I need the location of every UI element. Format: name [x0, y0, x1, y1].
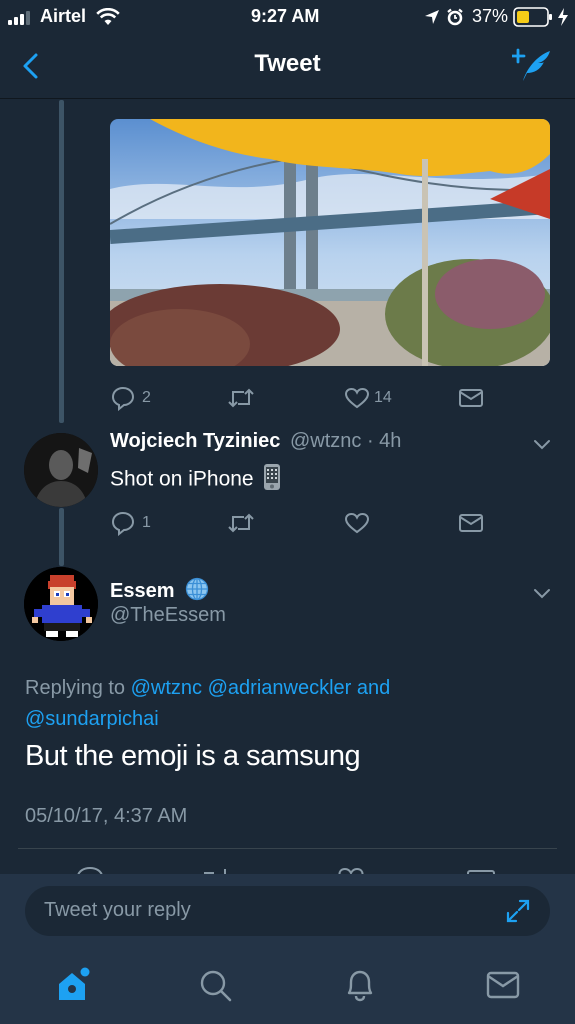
tweet-photo[interactable] — [110, 119, 550, 366]
location-arrow-icon — [424, 9, 440, 30]
signal-icon — [8, 10, 36, 30]
reply-icon — [111, 511, 135, 536]
heart-icon — [344, 512, 370, 534]
main-tweet-author: Essem — [110, 577, 209, 606]
reply-count: 2 — [142, 389, 151, 406]
tab-notifications[interactable] — [342, 967, 378, 1008]
expand-icon — [506, 899, 530, 923]
reply-placeholder: Tweet your reply — [44, 899, 191, 921]
tweet-options-button[interactable] — [531, 585, 553, 606]
tab-home[interactable] — [55, 966, 93, 1009]
like-count: 14 — [374, 389, 392, 406]
thread-line — [59, 508, 64, 566]
globe-icon — [185, 577, 209, 606]
reply-tweet-header: Wojciech Tyziniec @wtznc · 4h — [110, 430, 401, 453]
author-handle[interactable]: @TheEssem — [110, 604, 226, 627]
avatar[interactable] — [24, 567, 98, 641]
envelope-icon — [459, 389, 483, 407]
replying-to-label: Replying to — [25, 677, 126, 699]
chevron-down-icon — [534, 589, 550, 599]
carrier-label: Airtel — [40, 6, 87, 26]
author-name[interactable]: Wojciech Tyziniec — [110, 430, 280, 452]
replying-to: Replying to @wtznc @adrianweckler and @s… — [25, 673, 555, 735]
status-bar: Airtel 9:27 AM 37% — [0, 0, 575, 34]
expand-button[interactable] — [505, 898, 531, 929]
thread-line — [59, 100, 64, 423]
tweet-actions: 2 14 — [110, 383, 550, 413]
reply-input[interactable]: Tweet your reply — [25, 886, 550, 936]
page-title: Tweet — [254, 50, 321, 77]
tweet-text-content: Shot on iPhone — [110, 467, 254, 491]
home-icon — [59, 967, 90, 1000]
charging-icon — [557, 8, 569, 31]
tab-search[interactable] — [198, 968, 234, 1009]
navigation-bar: Tweet — [0, 34, 575, 99]
battery-percent: 37% — [472, 6, 509, 26]
compose-tweet-button[interactable] — [510, 48, 552, 84]
message-button[interactable] — [458, 383, 484, 413]
author-name[interactable]: Essem — [110, 580, 175, 602]
reply-icon — [111, 386, 135, 411]
tweet-text: Shot on iPhone 📱 — [110, 463, 281, 497]
retweet-button[interactable] — [226, 383, 256, 413]
clock: 9:27 AM — [251, 6, 320, 26]
battery-icon — [513, 7, 553, 32]
author-handle-time: @wtznc · 4h — [289, 430, 402, 452]
tweet-timestamp: 05/10/17, 4:37 AM — [25, 805, 188, 827]
reply-button[interactable]: 1 — [110, 508, 151, 538]
reply-button[interactable]: 2 — [110, 383, 151, 413]
retweet-icon — [228, 513, 254, 533]
search-icon — [200, 970, 232, 1002]
phone-emoji-icon — [263, 463, 281, 497]
replying-to-mentions[interactable]: @wtznc @adrianweckler and — [131, 677, 391, 699]
tweet-actions: 1 — [110, 508, 550, 538]
tweet-options-button[interactable] — [531, 436, 553, 457]
envelope-icon — [459, 514, 483, 532]
wifi-icon — [96, 7, 120, 31]
messages-icon — [486, 971, 520, 999]
chevron-down-icon — [534, 440, 550, 450]
message-button[interactable] — [458, 508, 484, 538]
notifications-icon — [347, 970, 373, 1002]
retweet-icon — [228, 388, 254, 408]
like-button[interactable] — [344, 508, 370, 538]
tab-bar — [0, 952, 575, 1024]
retweet-button[interactable] — [226, 508, 256, 538]
divider — [18, 848, 557, 849]
compose-tweet-icon — [510, 48, 550, 81]
main-tweet-text: But the emoji is a samsung — [25, 740, 361, 772]
replying-to-mention[interactable]: @sundarpichai — [25, 708, 159, 730]
tab-messages[interactable] — [486, 968, 520, 1007]
avatar[interactable] — [24, 433, 98, 507]
like-button[interactable]: 14 — [344, 383, 392, 413]
alarm-icon — [446, 8, 464, 31]
reply-count: 1 — [142, 514, 151, 531]
heart-icon — [344, 387, 370, 409]
